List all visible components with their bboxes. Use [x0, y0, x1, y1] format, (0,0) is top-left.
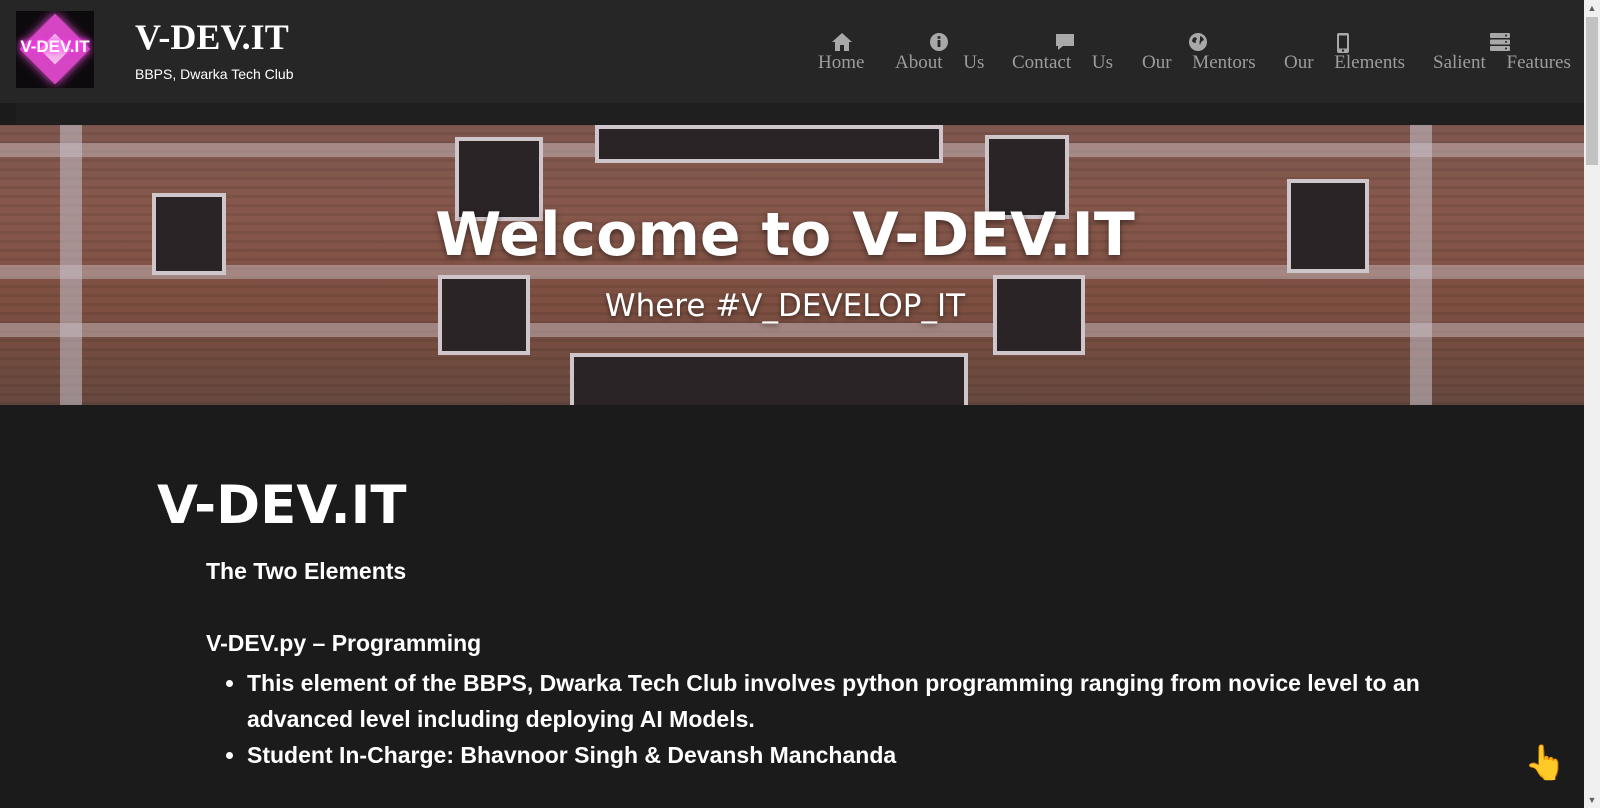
site-subtitle: BBPS, Dwarka Tech Club — [135, 66, 294, 82]
club-logo[interactable]: V-DEV.IT — [16, 11, 94, 88]
scroll-up-arrow-icon[interactable]: ▲ — [1584, 0, 1600, 16]
building-band — [0, 323, 1584, 337]
pointer-hand-icon: 👆 — [1524, 744, 1567, 782]
content-title: V-DEV.IT — [157, 475, 407, 536]
hero-banner: Welcome to V-DEV.IT Where #V_DEVELOP_IT — [0, 125, 1584, 405]
nav-salient-features[interactable]: Salient Features — [1433, 32, 1573, 76]
hero-title: Welcome to V-DEV.IT — [435, 200, 1135, 270]
nav-our-elements[interactable]: Our Elements — [1284, 32, 1406, 76]
element-details-list: This element of the BBPS, Dwarka Tech Cl… — [227, 665, 1517, 773]
nav-contact-us[interactable]: Contact Us — [1012, 32, 1114, 76]
home-icon — [832, 33, 852, 51]
nav-about-us[interactable]: About Us — [895, 32, 985, 76]
nav-home-label: Home — [818, 52, 865, 73]
header-divider — [16, 103, 1584, 125]
nav-about-us-label: About Us — [895, 52, 985, 73]
building-entrance — [570, 353, 968, 405]
hero-subtitle: Where #V_DEVELOP_IT — [604, 288, 966, 324]
nav-our-mentors-label: Our Mentors — [1142, 52, 1256, 73]
logo-text: V-DEV.IT — [20, 37, 90, 56]
building-window — [595, 125, 943, 163]
chat-icon — [1056, 34, 1074, 50]
nav-salient-features-label: Salient Features — [1433, 52, 1571, 73]
site-header: V-DEV.IT V-DEV.IT BBPS, Dwarka Tech Club… — [0, 0, 1584, 103]
server-icon — [1490, 33, 1510, 51]
nav-contact-us-label: Contact Us — [1012, 52, 1113, 73]
nav-our-elements-label: Our Elements — [1284, 52, 1406, 73]
section-heading: The Two Elements — [206, 558, 407, 584]
nav-our-mentors[interactable]: Our Mentors — [1142, 32, 1258, 76]
list-item: Student In-Charge: Bhavnoor Singh & Deva… — [247, 737, 1517, 773]
scroll-thumb[interactable] — [1586, 17, 1598, 165]
globe-icon — [1189, 33, 1207, 51]
info-icon — [930, 33, 948, 51]
mobile-icon — [1337, 33, 1349, 53]
list-item: This element of the BBPS, Dwarka Tech Cl… — [247, 665, 1517, 737]
scroll-down-arrow-icon[interactable]: ▼ — [1584, 792, 1600, 808]
vertical-scrollbar[interactable]: ▲ ▼ — [1584, 0, 1600, 808]
nav-home[interactable]: Home — [816, 32, 866, 76]
element-heading: V-DEV.py – Programming — [206, 630, 482, 656]
site-title[interactable]: V-DEV.IT — [135, 16, 289, 58]
